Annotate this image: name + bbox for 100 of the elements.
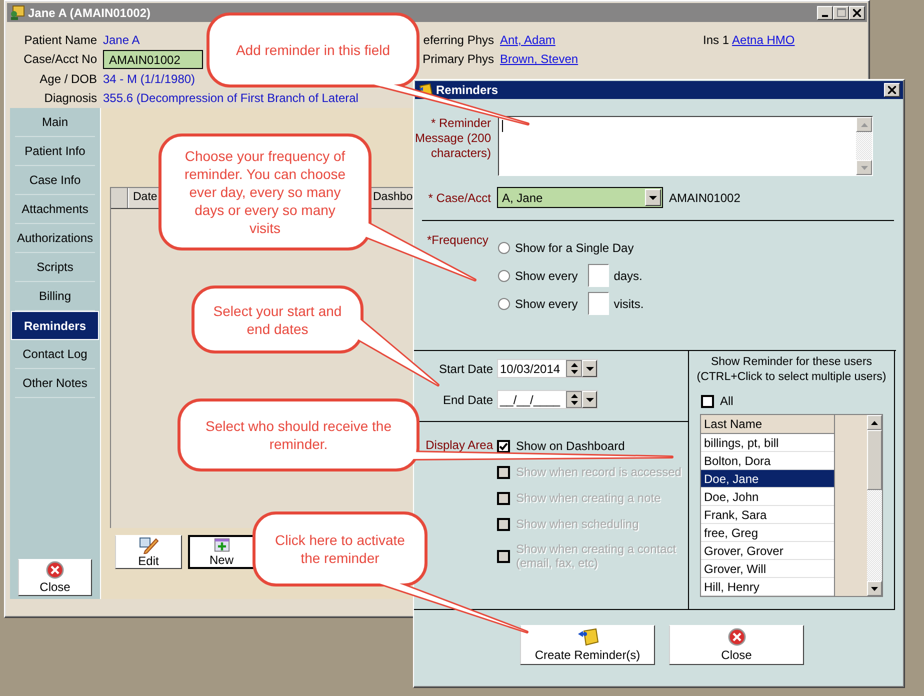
edit-button[interactable]: Edit [115,535,182,569]
sidebar-item[interactable]: Patient Info [15,137,95,166]
user-row[interactable]: Grover, Grover [701,542,834,560]
all-label: All [720,394,734,408]
field-label: Patient Name [23,32,97,47]
sidebar-item[interactable]: Reminders [11,311,99,340]
users-title: Show Reminder for these users [710,355,872,370]
plus-icon [212,537,232,553]
close-button[interactable] [849,6,865,20]
field-label: Age / DOB [38,72,97,86]
sidebar-item[interactable]: Case Info [15,166,95,195]
close-icon [888,86,896,94]
radio-button[interactable] [498,242,510,254]
sidebar-item[interactable]: Scripts [15,253,95,282]
minimize-button[interactable] [817,6,833,20]
down-arrow-icon [570,401,578,406]
down-arrow-icon [570,370,578,374]
close-button[interactable]: Close [669,625,804,665]
minimize-icon [822,14,828,16]
radio-button[interactable] [498,270,510,282]
sidebar-item[interactable]: Attachments [15,195,95,224]
pencil-icon [138,536,158,554]
case-dropdown[interactable]: A, Jane [497,187,663,208]
date-field[interactable]: 10/03/2014 [497,359,598,378]
caret-icon [586,366,594,370]
up-arrow-icon [860,122,868,126]
user-row[interactable]: billings, pt, bill [701,434,834,452]
sidebar-item[interactable]: Main [15,108,95,137]
dropdown-button[interactable] [582,360,597,377]
user-row[interactable]: free, Greg [701,524,834,542]
checkbox[interactable] [497,440,510,452]
scrollbar[interactable] [856,117,872,175]
field-value: 355.6 (Decompression of First Branch of Lateral [103,91,358,106]
dropdown-button[interactable] [645,189,661,206]
dropdown-button[interactable] [582,391,597,408]
dialog-title: Reminders [436,83,498,97]
close-icon [728,628,746,646]
sidebar-item[interactable]: Other Notes [15,369,95,398]
physician-link[interactable]: Brown, Steven [500,52,578,66]
callout-text: Choose your frequency of reminder. You can choose ever day, every so many days or every so many visits [183,147,347,237]
sidebar-item[interactable]: Contact Log [15,340,95,369]
case-field[interactable]: AMAIN01002 [103,50,203,69]
frequency-label: *Frequency [426,233,490,249]
up-arrow-icon [871,420,878,424]
users-hint: (CTRL+Click to select multiple users) [696,370,886,385]
account-number: AMAIN01002 [669,190,740,204]
unit-label: visits. [614,296,644,310]
app-icon [9,4,25,20]
option-label: Show every [515,268,578,282]
sidebar-item[interactable]: Authorizations [15,224,95,253]
caret-icon [586,398,594,402]
down-arrow-icon [860,166,868,170]
checkmark-icon [499,442,508,450]
field-label: Case/Acct No [22,52,97,66]
new-button[interactable]: New [188,535,255,569]
field-label: Diagnosis [43,91,97,106]
close-icon [46,561,64,579]
user-row[interactable]: Hill, Henry [701,578,834,596]
field-label: Primary Phys [422,52,494,66]
maximize-button[interactable] [833,6,849,20]
callout-text: Add reminder in this field [236,41,390,59]
close-button[interactable] [884,83,900,97]
caret-icon [649,196,657,200]
field-value: Jane A [103,32,140,47]
number-field[interactable] [588,292,609,315]
message-label: * Reminder Message (200 characters) [414,116,491,162]
option-label: Show for a Single Day [515,240,634,254]
option-label: Show on Dashboard [516,439,625,453]
case-label: * Case/Acct [427,190,491,204]
field-label: Ins 1 [703,32,730,47]
field-label: eferring Phys [422,32,494,47]
callout-text: Click here to activate the reminder [274,531,406,567]
up-arrow-icon [570,362,578,367]
insurance-link[interactable]: Aetna HMO [732,32,795,47]
scrollbar[interactable] [867,415,882,596]
radio-button[interactable] [498,298,510,310]
callout-text: Select your start and end dates [212,302,343,338]
user-row[interactable]: Grover, Will [701,560,834,578]
spinner-button[interactable] [566,391,582,408]
display-area-label: Display Area [424,438,493,454]
create-button[interactable]: Create Reminder(s) [520,625,655,665]
field-value: 34 - M (1/1/1980) [103,72,196,86]
close-icon [853,8,861,16]
spinner-button[interactable] [566,360,582,377]
user-row[interactable]: Doe, John [701,488,834,506]
maximize-icon [836,8,846,17]
close-button[interactable]: Close [18,559,92,596]
up-arrow-icon [570,394,578,398]
column-header[interactable]: Last Name [701,415,834,434]
option-label: Show every [515,296,578,310]
window-title: Jane A (AMAIN01002) [28,6,150,20]
date-field[interactable]: __/__/____ [497,390,598,409]
number-field[interactable] [588,264,609,287]
user-row[interactable]: Frank, Sara [701,506,834,524]
date-label: End Date [442,392,493,406]
unit-label: days. [614,268,642,282]
user-row[interactable]: Doe, Jane [701,470,834,488]
checkbox[interactable] [701,394,714,408]
physician-link[interactable]: Ant, Adam [500,32,556,47]
down-arrow-icon [871,586,878,590]
